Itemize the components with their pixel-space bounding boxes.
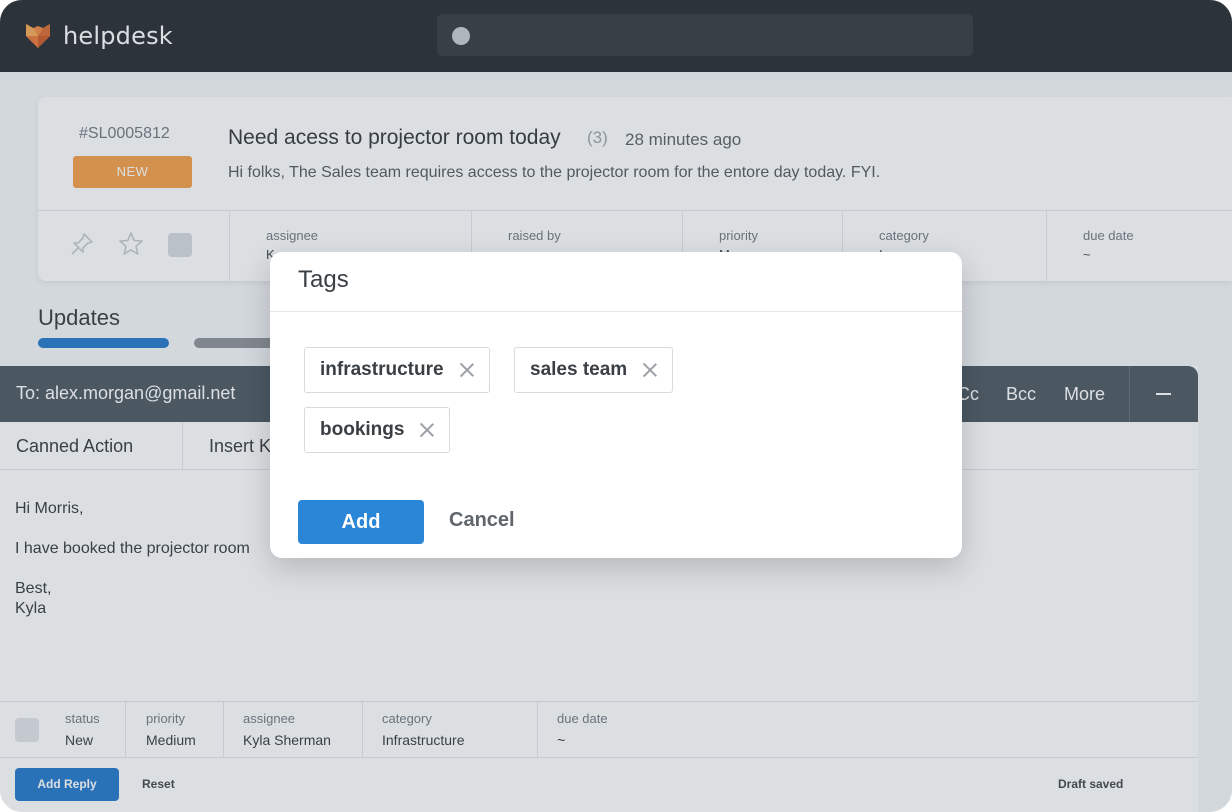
tag-label: bookings [320,419,405,440]
cancel-button[interactable]: Cancel [449,509,515,532]
tag-chip[interactable]: sales team [514,347,674,393]
tag-chip[interactable]: infrastructure [304,347,490,393]
divider [270,311,962,312]
close-icon[interactable] [643,363,657,377]
tag-label: sales team [530,359,628,380]
tags-modal: Tags infrastructure sales team bookings … [270,252,962,558]
tag-label: infrastructure [320,359,444,380]
tag-chip[interactable]: bookings [304,407,451,453]
close-icon[interactable] [420,423,434,437]
close-icon[interactable] [460,363,474,377]
modal-title: Tags [298,266,349,293]
app-frame: helpdesk #SL0005812 NEW Need acess to pr… [0,0,1232,812]
add-button[interactable]: Add [298,500,424,544]
